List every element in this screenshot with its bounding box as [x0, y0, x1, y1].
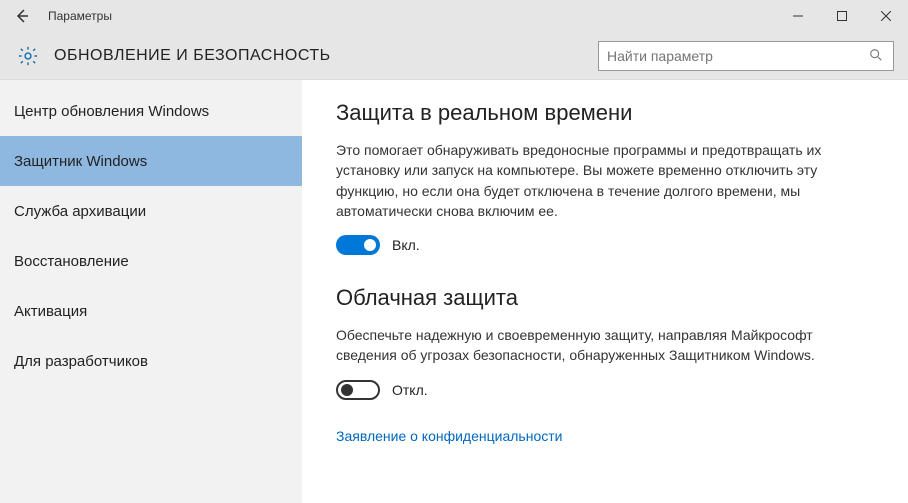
window-title: Параметры	[44, 9, 112, 23]
toggle-label: Откл.	[392, 382, 428, 398]
sidebar-item-label: Служба архивации	[14, 203, 146, 220]
header-bar: ОБНОВЛЕНИЕ И БЕЗОПАСНОСТЬ	[0, 32, 908, 80]
maximize-button[interactable]	[820, 0, 864, 32]
sidebar-item-activation[interactable]: Активация	[0, 286, 302, 336]
sidebar-item-label: Восстановление	[14, 253, 129, 270]
sidebar-item-windows-defender[interactable]: Защитник Windows	[0, 136, 302, 186]
cloud-protection-toggle[interactable]	[336, 380, 380, 400]
privacy-statement-link[interactable]: Заявление о конфиденциальности	[336, 428, 562, 444]
section-realtime-protection: Защита в реальном времени Это помогает о…	[336, 100, 878, 255]
sidebar-item-windows-update[interactable]: Центр обновления Windows	[0, 86, 302, 136]
sidebar-item-recovery[interactable]: Восстановление	[0, 236, 302, 286]
search-box[interactable]	[598, 41, 894, 71]
minimize-button[interactable]	[776, 0, 820, 32]
titlebar: Параметры	[0, 0, 908, 32]
section-heading: Облачная защита	[336, 285, 878, 311]
sidebar-item-label: Центр обновления Windows	[14, 103, 209, 120]
sidebar-item-for-developers[interactable]: Для разработчиков	[0, 336, 302, 386]
sidebar: Центр обновления Windows Защитник Window…	[0, 80, 302, 503]
section-description: Обеспечьте надежную и своевременную защи…	[336, 325, 856, 366]
sidebar-item-backup[interactable]: Служба архивации	[0, 186, 302, 236]
content-area: Защита в реальном времени Это помогает о…	[302, 80, 908, 503]
sidebar-item-label: Активация	[14, 303, 87, 320]
section-cloud-protection: Облачная защита Обеспечьте надежную и св…	[336, 285, 878, 400]
close-button[interactable]	[864, 0, 908, 32]
section-description: Это помогает обнаруживать вредоносные пр…	[336, 140, 856, 221]
toggle-label: Вкл.	[392, 237, 420, 253]
section-heading: Защита в реальном времени	[336, 100, 878, 126]
search-icon	[869, 48, 885, 64]
back-button[interactable]	[0, 0, 44, 32]
search-input[interactable]	[607, 48, 869, 64]
sidebar-item-label: Защитник Windows	[14, 153, 147, 170]
header-title: ОБНОВЛЕНИЕ И БЕЗОПАСНОСТЬ	[54, 47, 331, 65]
realtime-protection-toggle[interactable]	[336, 235, 380, 255]
gear-icon	[16, 44, 40, 68]
sidebar-item-label: Для разработчиков	[14, 353, 148, 370]
